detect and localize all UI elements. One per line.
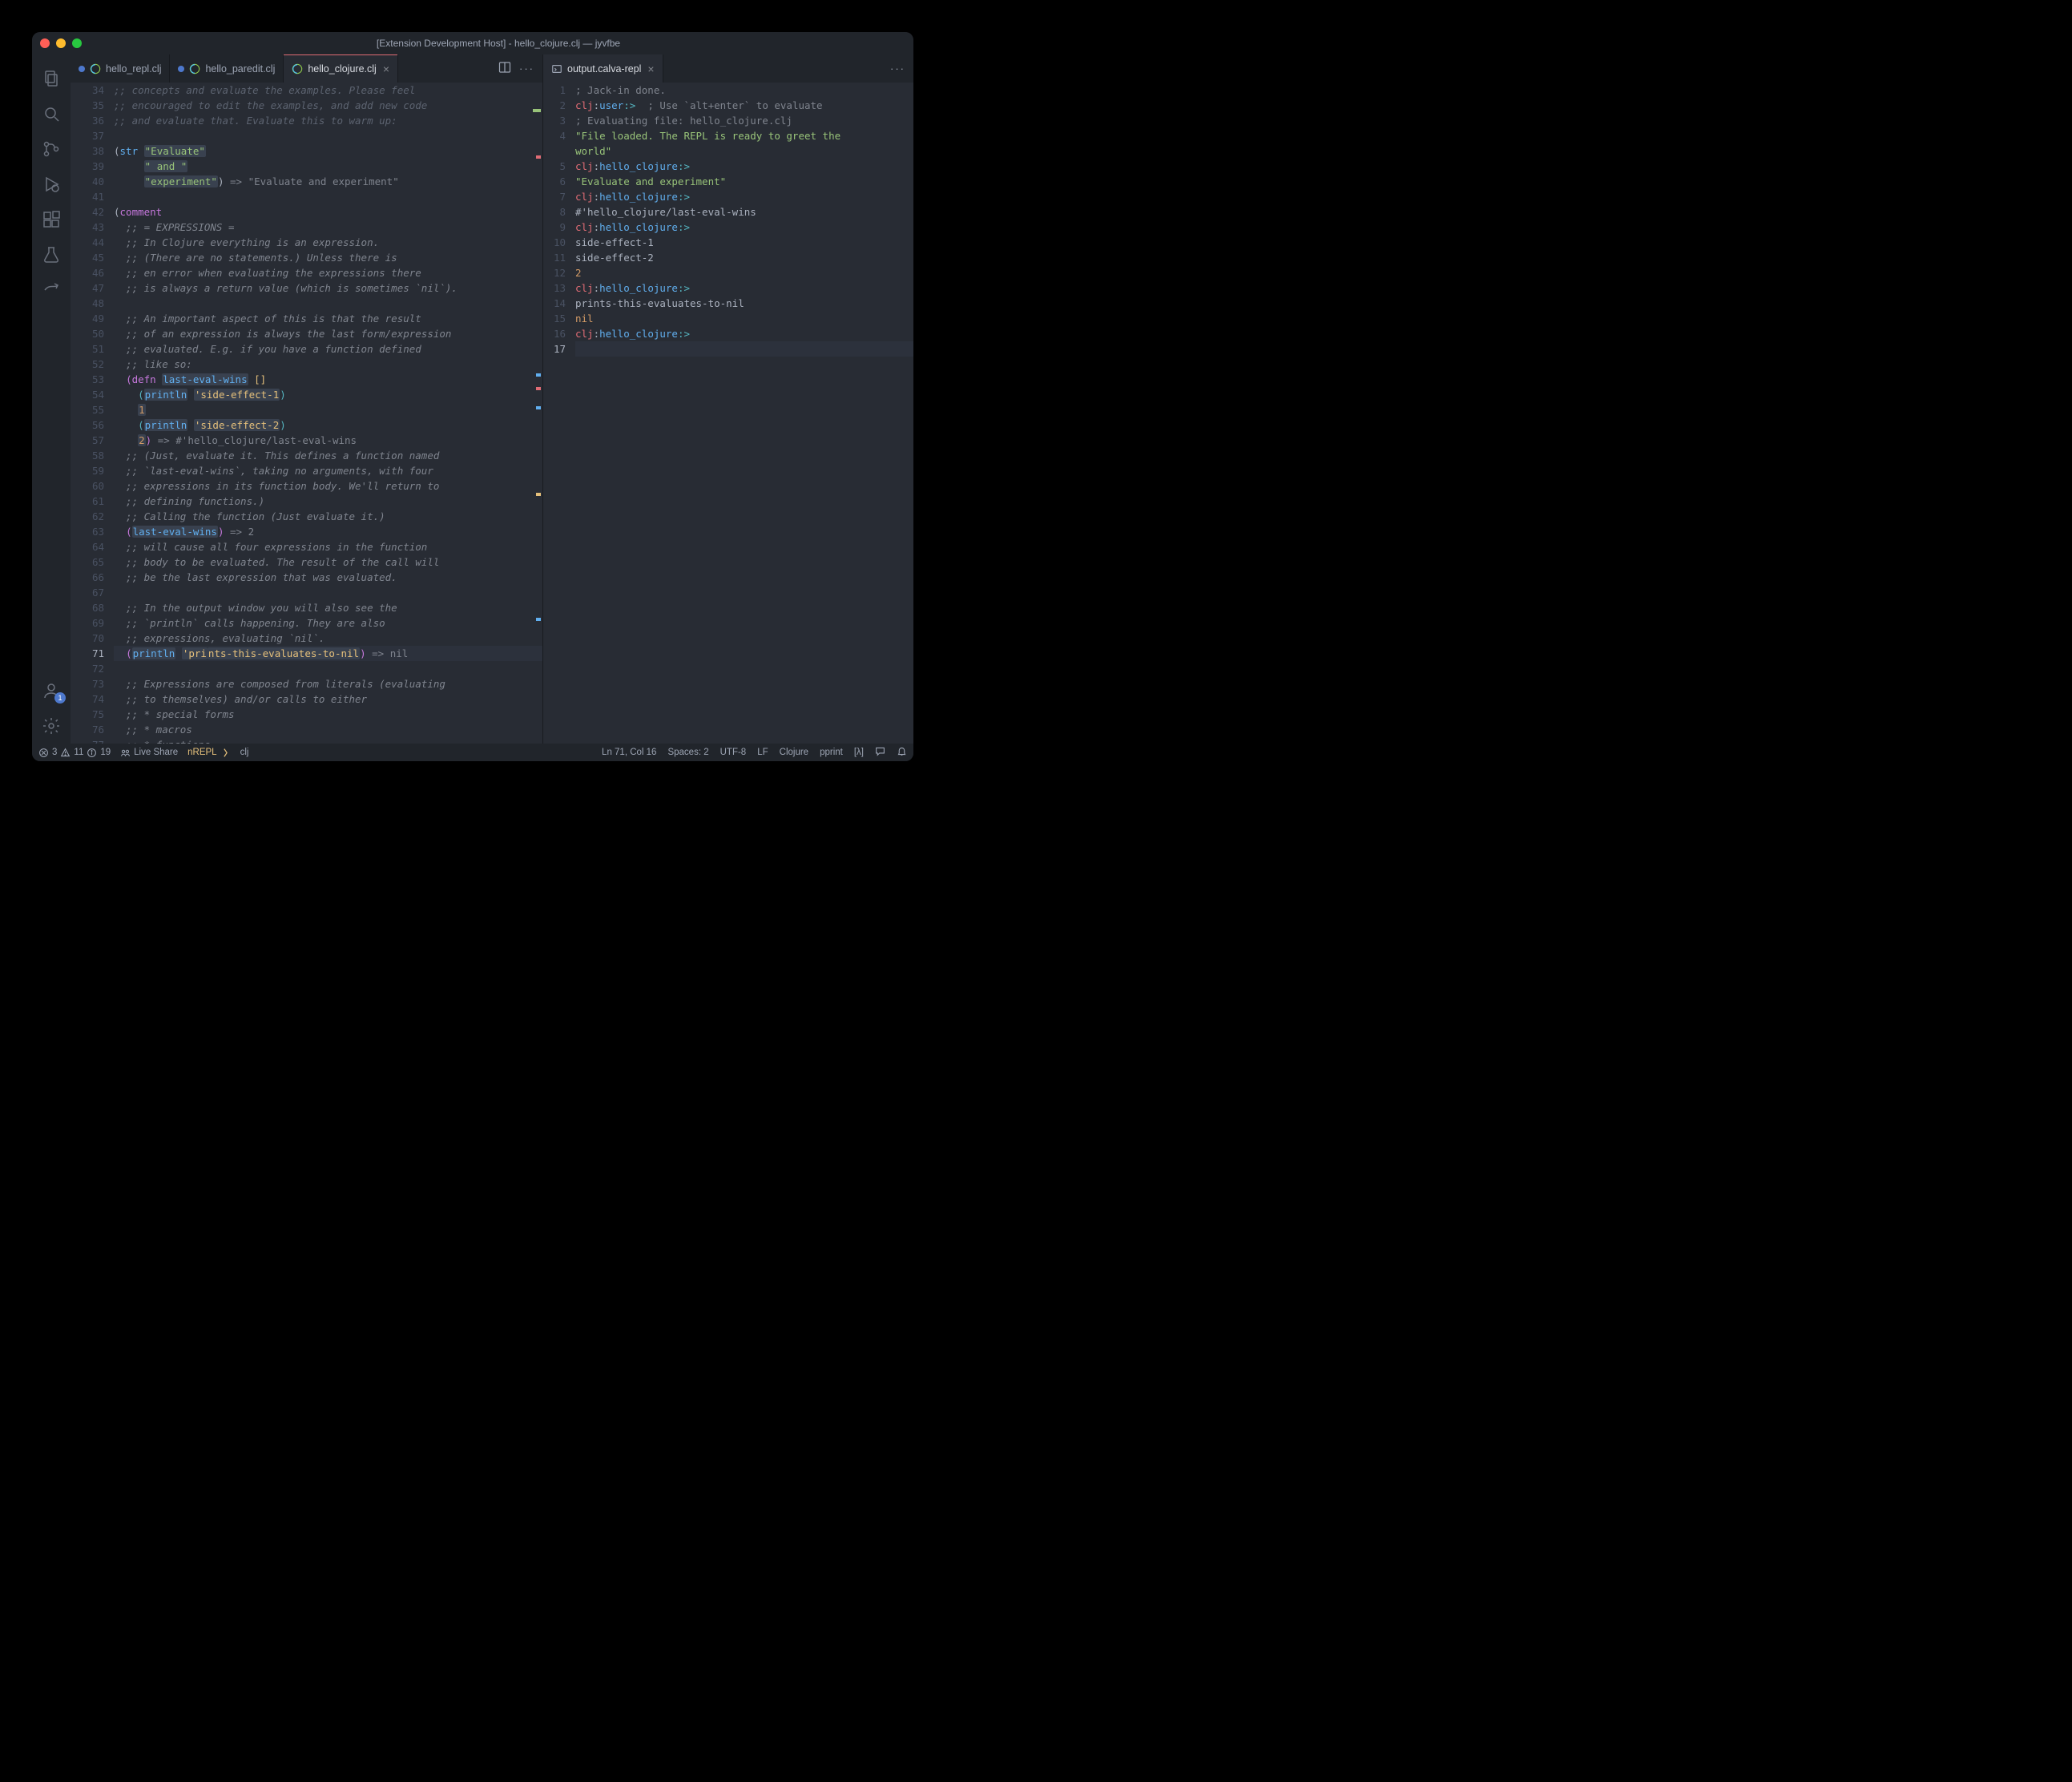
vscode-window: [Extension Development Host] - hello_clo… xyxy=(32,32,913,761)
lambda-status[interactable]: [λ] xyxy=(854,748,864,757)
zoom-window-button[interactable] xyxy=(72,38,82,48)
close-tab-icon[interactable]: × xyxy=(383,62,389,75)
tab-bar-left: hello_repl.clj hello_paredit.clj hello_clo… xyxy=(71,54,542,83)
window-title: [Extension Development Host] - hello_clo… xyxy=(91,38,905,49)
minimize-window-button[interactable] xyxy=(56,38,66,48)
tab-label: hello_repl.clj xyxy=(106,63,161,75)
tab-label: output.calva-repl xyxy=(567,63,641,75)
settings-gear-icon[interactable] xyxy=(32,708,71,744)
repl-output-editor[interactable]: 1234567891011121314151617 ; Jack-in done… xyxy=(543,83,913,744)
explorer-icon[interactable] xyxy=(32,61,71,96)
extensions-icon[interactable] xyxy=(32,202,71,237)
testing-icon[interactable] xyxy=(32,237,71,272)
tab-hello-paredit-clj[interactable]: hello_paredit.clj xyxy=(170,54,284,83)
bell-icon[interactable] xyxy=(897,746,907,759)
nrepl-status[interactable]: nREPL xyxy=(187,748,230,758)
close-tab-icon[interactable]: × xyxy=(647,62,654,75)
live-share-status[interactable]: Live Share xyxy=(120,748,178,758)
encoding-status[interactable]: UTF-8 xyxy=(720,748,747,757)
source-control-icon[interactable] xyxy=(32,131,71,167)
tab-hello-clojure-clj[interactable]: hello_clojure.clj × xyxy=(284,54,398,83)
editor-group-right: output.calva-repl × ··· 12345678910111213… xyxy=(543,54,913,744)
clj-status[interactable]: clj xyxy=(240,748,249,757)
more-actions-icon[interactable]: ··· xyxy=(519,62,534,75)
problems-status[interactable]: 3 11 19 xyxy=(38,748,111,758)
status-bar: 3 11 19 Live Share nREPL clj Ln 71, Col … xyxy=(32,744,913,761)
feedback-icon[interactable] xyxy=(875,746,885,759)
editor-group-left: hello_repl.clj hello_paredit.clj hello_clo… xyxy=(71,54,543,744)
more-actions-icon[interactable]: ··· xyxy=(890,62,905,75)
tab-label: hello_clojure.clj xyxy=(308,63,376,75)
file-icon xyxy=(90,63,101,75)
tab-output-calva-repl[interactable]: output.calva-repl × xyxy=(543,54,663,83)
accounts-badge: 1 xyxy=(54,692,66,704)
eol-status[interactable]: LF xyxy=(757,748,768,757)
tab-bar-right: output.calva-repl × ··· xyxy=(543,54,913,83)
pprint-status[interactable]: pprint xyxy=(820,748,843,757)
overview-ruler xyxy=(533,83,542,744)
cursor-position-status[interactable]: Ln 71, Col 16 xyxy=(602,748,656,757)
accounts-icon[interactable]: 1 xyxy=(32,673,71,708)
close-window-button[interactable] xyxy=(40,38,50,48)
window-controls xyxy=(40,38,82,48)
activity-bar: 1 xyxy=(32,54,71,744)
code-editor-left[interactable]: 3435363738394041424344454647484950515253… xyxy=(71,83,542,744)
titlebar: [Extension Development Host] - hello_clo… xyxy=(32,32,913,54)
run-debug-icon[interactable] xyxy=(32,167,71,202)
file-icon xyxy=(292,63,303,75)
tab-hello-repl-clj[interactable]: hello_repl.clj xyxy=(71,54,170,83)
file-icon xyxy=(189,63,200,75)
split-editor-icon[interactable] xyxy=(498,61,511,76)
share-icon[interactable] xyxy=(32,272,71,308)
search-icon[interactable] xyxy=(32,96,71,131)
tab-label: hello_paredit.clj xyxy=(205,63,275,75)
file-icon xyxy=(551,63,562,75)
indent-status[interactable]: Spaces: 2 xyxy=(667,748,708,757)
language-status[interactable]: Clojure xyxy=(780,748,808,757)
